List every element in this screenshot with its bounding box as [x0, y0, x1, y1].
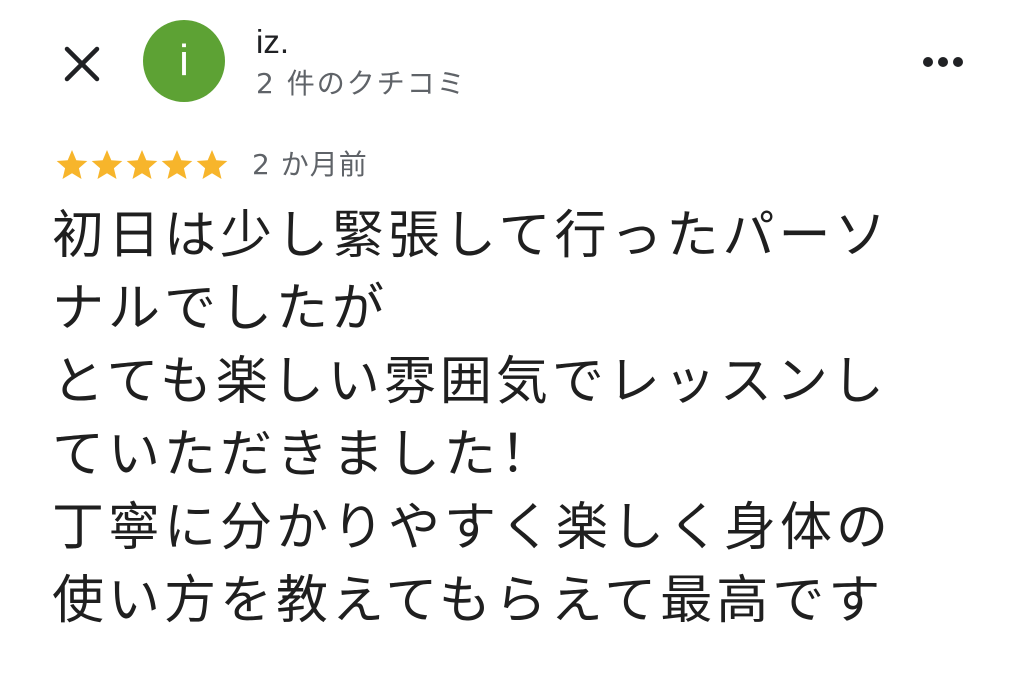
avatar-initial: i — [179, 36, 189, 85]
more-horizontal-icon — [923, 57, 963, 67]
review-text: 初日は少し緊張して行ったパーソ ナルでしたがとても楽しい雰囲気でレッスンし ていただ… — [52, 200, 982, 638]
review-text-line: 初日は少し緊張して行ったパーソ — [52, 206, 891, 266]
user-name[interactable]: iz. — [256, 22, 289, 62]
star-icon — [196, 150, 228, 179]
more-options-button[interactable] — [918, 42, 968, 82]
rating-row: 2 か月前 — [55, 145, 368, 185]
review-date: 2 か月前 — [252, 148, 368, 181]
review-text-line: ナルでしたが — [52, 279, 389, 339]
review-header: i iz. 2 件のクチコミ — [0, 0, 1024, 130]
review-text-line: 丁寧に分かりやすく楽しく身体の — [52, 498, 893, 558]
review-count: 2 件のクチコミ — [256, 67, 467, 100]
review-text-line: 使い方を教えてもらえて最高です — [52, 571, 885, 631]
star-rating — [55, 148, 230, 182]
star-icon — [56, 150, 88, 179]
review-text-line: ていただきました！ — [52, 425, 557, 485]
star-icon — [126, 150, 158, 179]
close-button[interactable] — [58, 40, 106, 88]
close-icon — [64, 46, 100, 82]
review-text-line: とても楽しい雰囲気でレッスンし — [52, 352, 888, 412]
star-icon — [161, 150, 193, 179]
star-icon — [91, 150, 123, 179]
avatar[interactable]: i — [143, 20, 225, 102]
